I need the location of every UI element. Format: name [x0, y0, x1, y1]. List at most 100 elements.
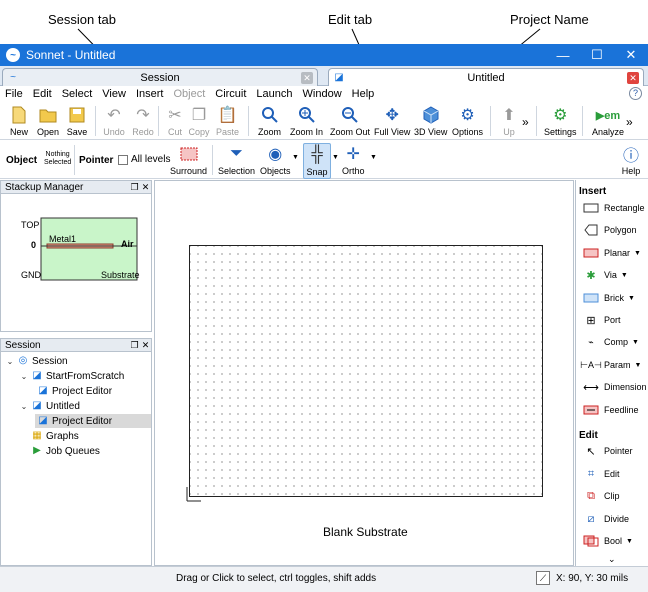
zoom-in-button[interactable]: Zoom In [290, 104, 323, 140]
double-chevron-down-icon: ⌄ [608, 553, 616, 564]
copy-button[interactable]: ❐ Copy [188, 104, 210, 140]
insert-feedline-button[interactable]: Feedline [582, 401, 639, 419]
menu-window[interactable]: Window [298, 88, 347, 100]
help-button[interactable]: ⓘ Help [620, 143, 642, 179]
new-button[interactable]: New [8, 104, 30, 140]
tree-item-job-queues[interactable]: ▶ Job Queues [19, 444, 100, 458]
redo-button[interactable]: ↷ Redo [132, 104, 154, 140]
full-view-button[interactable]: ✥ Full View [374, 104, 410, 140]
up-button[interactable]: ⬆ Up [498, 104, 520, 140]
session-panel: ⌄ ◎ Session ⌄ ◪ StartFromScratch ◪ Proje… [0, 352, 152, 566]
collapse-chevron-icon[interactable]: ⌄ [5, 357, 15, 366]
menu-circuit[interactable]: Circuit [210, 88, 251, 100]
all-levels-box[interactable] [118, 154, 128, 165]
collapse-chevron-icon[interactable]: ⌄ [19, 402, 29, 411]
menu-file[interactable]: File [0, 88, 28, 100]
tab-edit[interactable]: ◪ Untitled ✕ [328, 68, 644, 86]
menu-object[interactable]: Object [168, 88, 210, 100]
edit-edit-button[interactable]: ⌗ Edit [582, 465, 620, 483]
close-panel-icon[interactable]: ✕ [140, 340, 151, 351]
insert-port-button[interactable]: ⊞ Port [582, 311, 620, 329]
close-panel-icon[interactable]: ✕ [140, 182, 151, 193]
edit-clip-button[interactable]: ⧉ Clip [582, 487, 619, 505]
collapse-chevron-icon[interactable]: ⌄ [19, 372, 29, 381]
tree-item-session[interactable]: ⌄ ◎ Session [5, 354, 68, 368]
chevron-down-icon[interactable]: ▼ [634, 250, 641, 257]
tree-item-startfromscratch[interactable]: ⌄ ◪ StartFromScratch [19, 369, 125, 383]
menu-select[interactable]: Select [57, 88, 98, 100]
float-panel-icon[interactable]: ❐ [129, 182, 140, 193]
edit-canvas[interactable]: Blank Substrate [154, 180, 574, 566]
3d-view-button[interactable]: 3D View [414, 104, 447, 140]
toolbar-separator [536, 106, 537, 136]
chevron-down-icon[interactable]: ▼ [621, 272, 628, 279]
menu-edit[interactable]: Edit [28, 88, 57, 100]
edit-bool-button[interactable]: Bool ▼ [582, 532, 633, 550]
insert-comp-button[interactable]: ⌁ Comp ▼ [582, 333, 639, 351]
eye-icon: ◉ [268, 146, 283, 163]
project-editor-icon: ◪ [38, 415, 48, 426]
surround-button[interactable]: Surround [170, 143, 207, 179]
chevron-down-icon[interactable]: ▼ [635, 362, 642, 369]
menu-launch[interactable]: Launch [251, 88, 297, 100]
menu-bar: File Edit Select View Insert Object Circ… [0, 86, 648, 102]
snap-button[interactable]: ╬ Snap [303, 143, 331, 179]
chevron-down-icon[interactable]: ▼ [628, 295, 635, 302]
edit-pointer-button[interactable]: ↖ Pointer [582, 442, 632, 460]
help-circle-icon: ⓘ [622, 148, 639, 165]
menu-insert[interactable]: Insert [131, 88, 169, 100]
selection-filter-button[interactable]: ⏷ Selection [218, 143, 255, 179]
save-button[interactable]: Save [66, 104, 88, 140]
objects-button[interactable]: ◉ Objects [260, 143, 291, 179]
dimension-icon: ⟷ [583, 381, 599, 394]
open-folder-icon [37, 104, 59, 126]
ruler-icon[interactable]: ⟋ [536, 571, 550, 585]
3d-view-label: 3D View [414, 127, 448, 137]
settings-button[interactable]: ⚙ Settings [544, 104, 577, 140]
edit-divide-button[interactable]: ⧄ Divide [582, 510, 630, 528]
brick-label: Brick [604, 293, 624, 303]
tree-item-graphs[interactable]: ▦ Graphs [19, 429, 79, 443]
insert-rectangle-button[interactable]: Rectangle [582, 199, 645, 217]
insert-brick-button[interactable]: Brick ▼ [582, 289, 635, 307]
toolbar-separator [582, 106, 583, 136]
help-label: Help [621, 166, 641, 176]
port-icon: ⊞ [586, 314, 596, 327]
help-question-icon[interactable]: ? [629, 87, 642, 100]
close-window-button[interactable]: ✕ [614, 47, 648, 63]
zoom-button[interactable]: Zoom [258, 104, 281, 140]
analyze-button[interactable]: ▶em Analyze [592, 104, 624, 140]
float-panel-icon[interactable]: ❐ [129, 340, 140, 351]
undo-button[interactable]: ↶ Undo [103, 104, 125, 140]
tab-edit-close-icon[interactable]: ✕ [627, 71, 639, 84]
ortho-button[interactable]: ✛ Ortho [342, 143, 365, 179]
feedline-icon [582, 403, 600, 417]
tree-item-untitled[interactable]: ⌄ ◪ Untitled [19, 399, 80, 413]
stackup-diagram[interactable]: TOP 0 Metal1 Air GND Substrate [1, 194, 151, 330]
cut-button[interactable]: ✂ Cut [164, 104, 186, 140]
tree-item-project-editor-1[interactable]: ◪ Project Editor [35, 384, 112, 398]
chevron-down-icon[interactable]: ▼ [632, 339, 639, 346]
chevron-down-icon[interactable]: ▼ [626, 538, 633, 545]
rectangle-icon [582, 201, 600, 215]
blank-substrate[interactable] [189, 245, 543, 497]
minimize-button[interactable]: — [546, 48, 580, 63]
menu-view[interactable]: View [97, 88, 131, 100]
maximize-button[interactable]: ☐ [580, 47, 614, 63]
options-button[interactable]: ⚙ Options [452, 104, 483, 140]
zoom-out-button[interactable]: Zoom Out [330, 104, 370, 140]
rectangle-label: Rectangle [604, 203, 645, 213]
paste-button[interactable]: 📋 Paste [216, 104, 239, 140]
tab-session-close-icon[interactable]: ✕ [301, 71, 313, 84]
insert-param-button[interactable]: ⊢A⊣ Param ▼ [580, 356, 642, 374]
insert-planar-button[interactable]: Planar ▼ [582, 244, 641, 262]
tab-session[interactable]: ~ Session ✕ [2, 68, 318, 86]
open-button[interactable]: Open [37, 104, 59, 140]
insert-via-button[interactable]: ✱ Via ▼ [582, 266, 628, 284]
insert-dimension-button[interactable]: ⟷ Dimension [582, 378, 646, 396]
nothing-selected-label: Nothing Selected [44, 151, 71, 167]
tree-item-project-editor-2[interactable]: ◪ Project Editor [35, 414, 151, 428]
menu-help[interactable]: Help [347, 88, 380, 100]
all-levels-checkbox[interactable]: All levels [118, 154, 170, 165]
insert-polygon-button[interactable]: Polygon [582, 221, 637, 239]
